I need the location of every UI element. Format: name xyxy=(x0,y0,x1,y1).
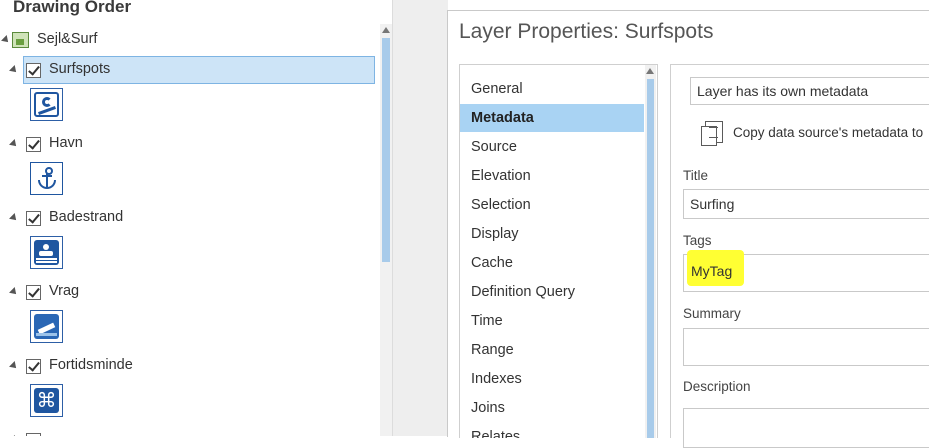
layer-row-vrag[interactable]: Vrag xyxy=(0,280,376,304)
summary-label: Summary xyxy=(683,306,741,321)
collapse-arrow-icon[interactable] xyxy=(1,35,11,45)
layer-row-badestrand[interactable]: Badestrand xyxy=(0,206,376,230)
collapse-arrow-icon[interactable] xyxy=(9,139,19,149)
nav-item-range[interactable]: Range xyxy=(460,336,644,364)
copy-metadata-icon[interactable] xyxy=(701,121,723,146)
nav-item-joins[interactable]: Joins xyxy=(460,394,644,422)
metadata-mode-dropdown[interactable]: Layer has its own metadata xyxy=(690,77,929,105)
scroll-up-arrow-icon[interactable] xyxy=(382,27,390,33)
metadata-content-pane: Layer has its own metadata Copy data sou… xyxy=(670,64,929,448)
layer-row-fortidsminde[interactable]: Fortidsminde xyxy=(0,354,376,378)
pane-title: Drawing Order xyxy=(13,0,132,16)
surfer-icon[interactable] xyxy=(30,88,63,121)
dialog-title: Layer Properties: Surfspots xyxy=(459,20,714,43)
nav-item-selection[interactable]: Selection xyxy=(460,191,644,219)
nav-scroll-thumb[interactable] xyxy=(647,79,654,438)
layer-row-partial[interactable] xyxy=(0,428,376,436)
copy-metadata-button[interactable]: Copy data source's metadata to xyxy=(733,125,923,140)
map-row[interactable]: Sejl&Surf xyxy=(0,28,376,52)
tags-value: MyTag xyxy=(691,263,733,279)
layer-visibility-checkbox[interactable] xyxy=(26,137,41,152)
layer-name: Fortidsminde xyxy=(49,357,133,373)
title-input[interactable]: Surfing xyxy=(683,189,929,219)
map-name: Sejl&Surf xyxy=(37,31,98,47)
drawing-order-pane: Drawing Order Sejl&Surf Surfspots Havn B… xyxy=(0,0,392,436)
nav-item-metadata[interactable]: Metadata xyxy=(460,104,644,132)
nav-item-indexes[interactable]: Indexes xyxy=(460,365,644,393)
nav-item-source[interactable]: Source xyxy=(460,133,644,161)
collapse-arrow-icon[interactable] xyxy=(9,287,19,297)
layer-visibility-checkbox[interactable] xyxy=(26,63,41,78)
tags-input[interactable]: MyTag xyxy=(683,250,929,292)
shipwreck-icon[interactable] xyxy=(30,310,63,343)
layer-row-havn[interactable]: Havn xyxy=(0,132,376,156)
layer-name: Havn xyxy=(49,135,83,151)
nav-item-general[interactable]: General xyxy=(460,75,644,103)
swimmer-icon[interactable] xyxy=(30,236,63,269)
nav-item-display[interactable]: Display xyxy=(460,220,644,248)
tags-label: Tags xyxy=(683,233,712,248)
nav-item-definition-query[interactable]: Definition Query xyxy=(460,278,644,306)
drawing-order-scroll-thumb[interactable] xyxy=(382,38,390,262)
summary-input[interactable] xyxy=(683,328,929,366)
layer-name: Surfspots xyxy=(49,61,111,77)
description-label: Description xyxy=(683,379,751,394)
nav-item-cache[interactable]: Cache xyxy=(460,249,644,277)
title-label: Title xyxy=(683,168,709,183)
layer-name: Vrag xyxy=(49,283,80,299)
layer-visibility-checkbox[interactable] xyxy=(26,285,41,300)
nav-item-time[interactable]: Time xyxy=(460,307,644,335)
scroll-up-arrow-icon[interactable] xyxy=(646,68,654,74)
collapse-arrow-icon[interactable] xyxy=(9,213,19,223)
layer-name: Badestrand xyxy=(49,209,124,225)
layer-visibility-checkbox[interactable] xyxy=(26,211,41,226)
layer-row-surfspots[interactable]: Surfspots xyxy=(0,58,376,82)
description-input[interactable] xyxy=(683,408,929,448)
properties-nav-list: General Metadata Source Elevation Select… xyxy=(459,64,658,438)
map-icon xyxy=(12,32,29,48)
layer-visibility-checkbox[interactable] xyxy=(26,359,41,374)
collapse-arrow-icon[interactable] xyxy=(9,65,19,75)
monument-icon[interactable]: ⌘ xyxy=(30,384,63,417)
pane-gap xyxy=(392,0,448,436)
anchor-icon[interactable] xyxy=(30,162,63,195)
nav-item-elevation[interactable]: Elevation xyxy=(460,162,644,190)
layer-properties-dialog: Layer Properties: Surfspots General Meta… xyxy=(447,10,929,448)
collapse-arrow-icon[interactable] xyxy=(9,361,19,371)
